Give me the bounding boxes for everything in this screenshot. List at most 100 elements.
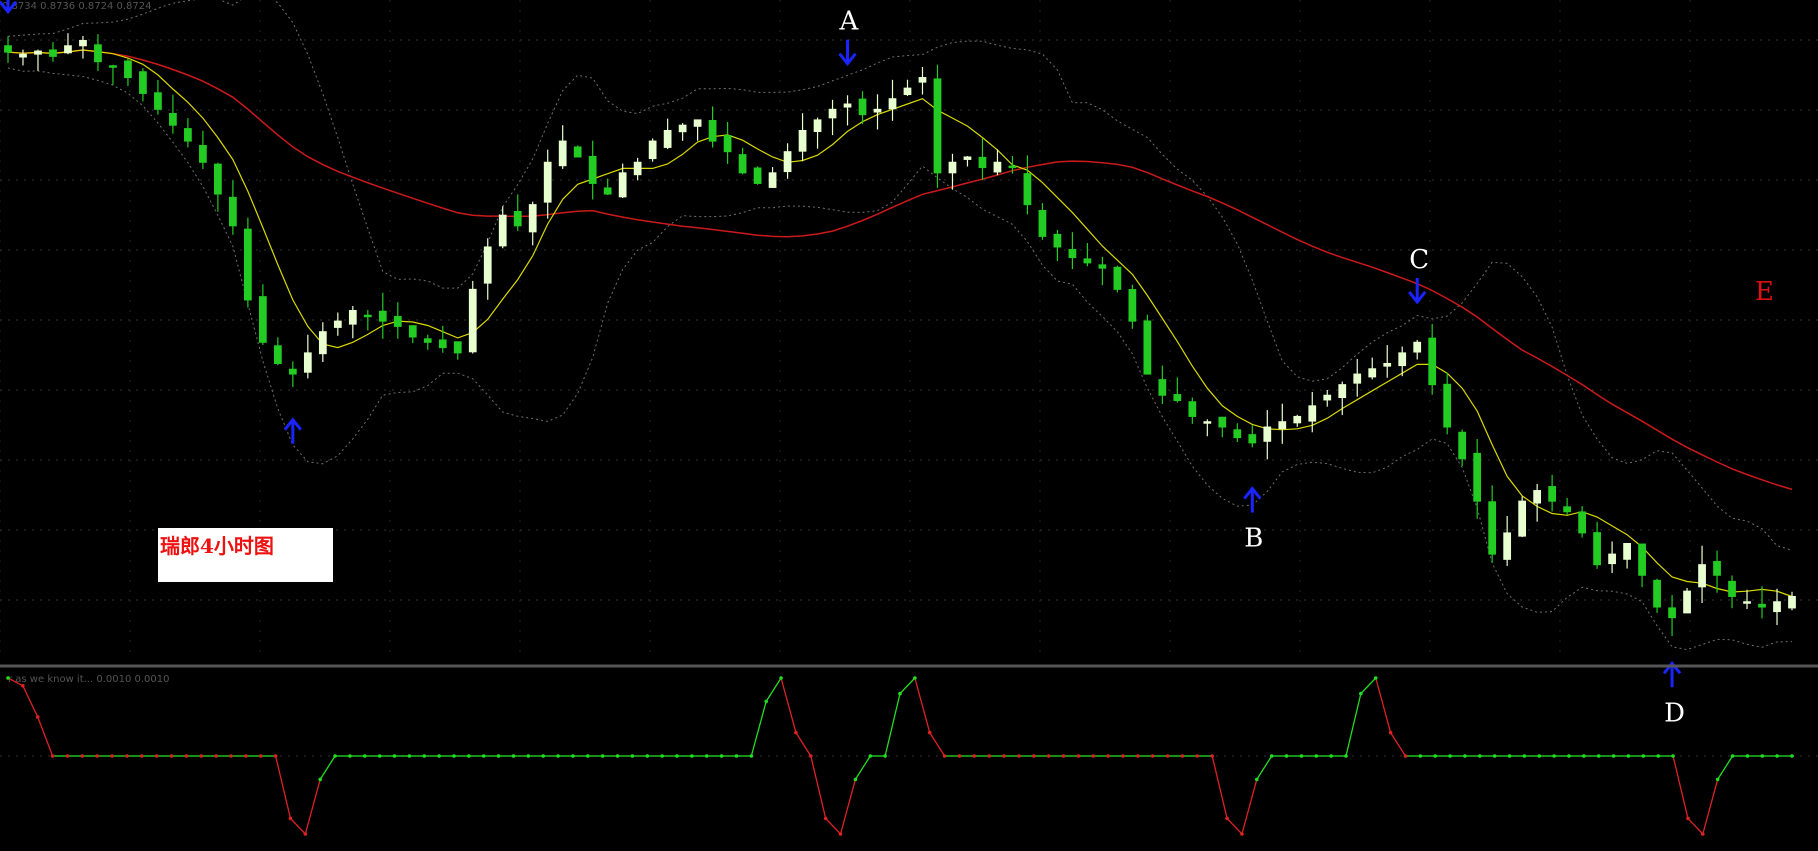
chart-area: 0.8734 0.8736 0.8724 0.8724 A B C D E r as w… bbox=[0, 0, 1818, 847]
candle-body bbox=[124, 60, 132, 79]
oscillator-point bbox=[467, 754, 471, 758]
oscillator-point bbox=[690, 754, 694, 758]
candle-body bbox=[1788, 595, 1796, 609]
oscillator-segment bbox=[304, 779, 321, 835]
candle-body bbox=[798, 129, 807, 152]
oscillator-point bbox=[853, 777, 858, 782]
candle-body bbox=[1578, 511, 1586, 534]
candle-body bbox=[1698, 564, 1706, 588]
candle-body bbox=[903, 87, 912, 96]
oscillator-segment bbox=[810, 755, 827, 819]
candle-body bbox=[933, 78, 942, 174]
arrows: A B C D E bbox=[0, 0, 1774, 728]
oscillator-point bbox=[1775, 754, 1779, 758]
oscillator-point bbox=[125, 754, 129, 758]
oscillator-segment bbox=[1390, 732, 1407, 757]
point-label: C bbox=[1409, 245, 1429, 275]
candle-body bbox=[1308, 405, 1317, 422]
candle-body bbox=[618, 172, 627, 198]
oscillator-point bbox=[957, 754, 962, 758]
oscillator-point bbox=[377, 754, 382, 758]
oscillator-point bbox=[95, 754, 99, 758]
candle-body bbox=[1398, 352, 1407, 367]
oscillator-segment bbox=[37, 716, 54, 757]
oscillator-point bbox=[1611, 754, 1616, 758]
candle-body bbox=[1773, 601, 1781, 613]
candle-body bbox=[1653, 579, 1661, 608]
oscillator-point bbox=[1641, 754, 1646, 758]
candle-body bbox=[573, 146, 582, 158]
candle-body bbox=[1053, 233, 1062, 248]
oscillator-point bbox=[1032, 754, 1036, 758]
oscillator-point bbox=[1686, 816, 1690, 821]
oscillator-point bbox=[600, 754, 605, 758]
candle-body bbox=[528, 204, 537, 233]
oscillator-point bbox=[1448, 754, 1452, 758]
oscillator-point bbox=[1626, 754, 1631, 758]
oscillator-point bbox=[1745, 754, 1750, 758]
candle-body bbox=[229, 196, 237, 227]
candle-body bbox=[1203, 421, 1212, 424]
candle-body bbox=[243, 228, 252, 301]
candle-body bbox=[888, 98, 897, 110]
oscillator-point bbox=[1403, 754, 1408, 758]
candle-body bbox=[1518, 500, 1527, 537]
candle-body bbox=[1278, 421, 1287, 430]
candle-body bbox=[498, 214, 507, 247]
oscillator-point bbox=[1537, 754, 1542, 758]
oscillator-point bbox=[140, 754, 144, 758]
candle-body bbox=[1668, 607, 1676, 619]
candle-body bbox=[393, 316, 402, 327]
candle-body bbox=[19, 53, 27, 58]
candle-body bbox=[408, 325, 417, 338]
candle-body bbox=[1113, 266, 1122, 290]
oscillator-segment bbox=[884, 693, 901, 757]
candle-body bbox=[49, 49, 57, 57]
oscillator bbox=[6, 676, 1794, 836]
candle-body bbox=[948, 161, 957, 174]
oscillator-point bbox=[1760, 754, 1765, 758]
oscillator-point bbox=[273, 754, 278, 758]
oscillator-segment bbox=[1211, 755, 1228, 819]
oscillator-point bbox=[838, 832, 843, 836]
oscillator-point bbox=[1582, 754, 1586, 758]
oscillator-point bbox=[1046, 754, 1051, 758]
oscillator-point bbox=[1492, 754, 1497, 758]
candle-body bbox=[1533, 490, 1542, 504]
oscillator-segment bbox=[1256, 755, 1273, 780]
oscillator-point bbox=[927, 730, 932, 735]
candle-body bbox=[813, 119, 822, 132]
candle-body bbox=[1563, 506, 1571, 513]
candle-body bbox=[648, 140, 657, 160]
oscillator-point bbox=[154, 754, 159, 758]
candle-body bbox=[723, 135, 732, 153]
oscillator-point bbox=[392, 754, 397, 758]
oscillator-segment bbox=[1375, 677, 1392, 733]
oscillator-segment bbox=[1226, 817, 1243, 835]
candle-body bbox=[378, 310, 387, 322]
oscillator-point bbox=[6, 676, 10, 680]
candle-body bbox=[1263, 426, 1272, 442]
oscillator-point bbox=[363, 754, 367, 758]
oscillator-point bbox=[407, 754, 412, 758]
slow-ma-line bbox=[7, 49, 1793, 491]
candle-body bbox=[318, 331, 327, 355]
candle-body bbox=[1413, 341, 1422, 353]
candle-body bbox=[1248, 434, 1257, 444]
oscillator-point bbox=[556, 754, 560, 758]
oscillator-point bbox=[987, 754, 991, 758]
oscillator-segment bbox=[765, 677, 782, 702]
oscillator-point bbox=[1061, 754, 1066, 758]
oscillator-point bbox=[794, 730, 798, 735]
candle-body bbox=[1368, 368, 1377, 378]
oscillator-point bbox=[749, 754, 754, 758]
candle-body bbox=[273, 345, 282, 364]
candle-body bbox=[1473, 452, 1482, 502]
oscillator-point bbox=[1017, 754, 1021, 758]
candle-body bbox=[1758, 603, 1766, 608]
candle-body bbox=[1638, 543, 1646, 576]
candle-body bbox=[154, 92, 162, 110]
oscillator-segment bbox=[839, 779, 857, 835]
candle-body bbox=[1233, 429, 1242, 439]
oscillator-segment bbox=[289, 817, 306, 835]
